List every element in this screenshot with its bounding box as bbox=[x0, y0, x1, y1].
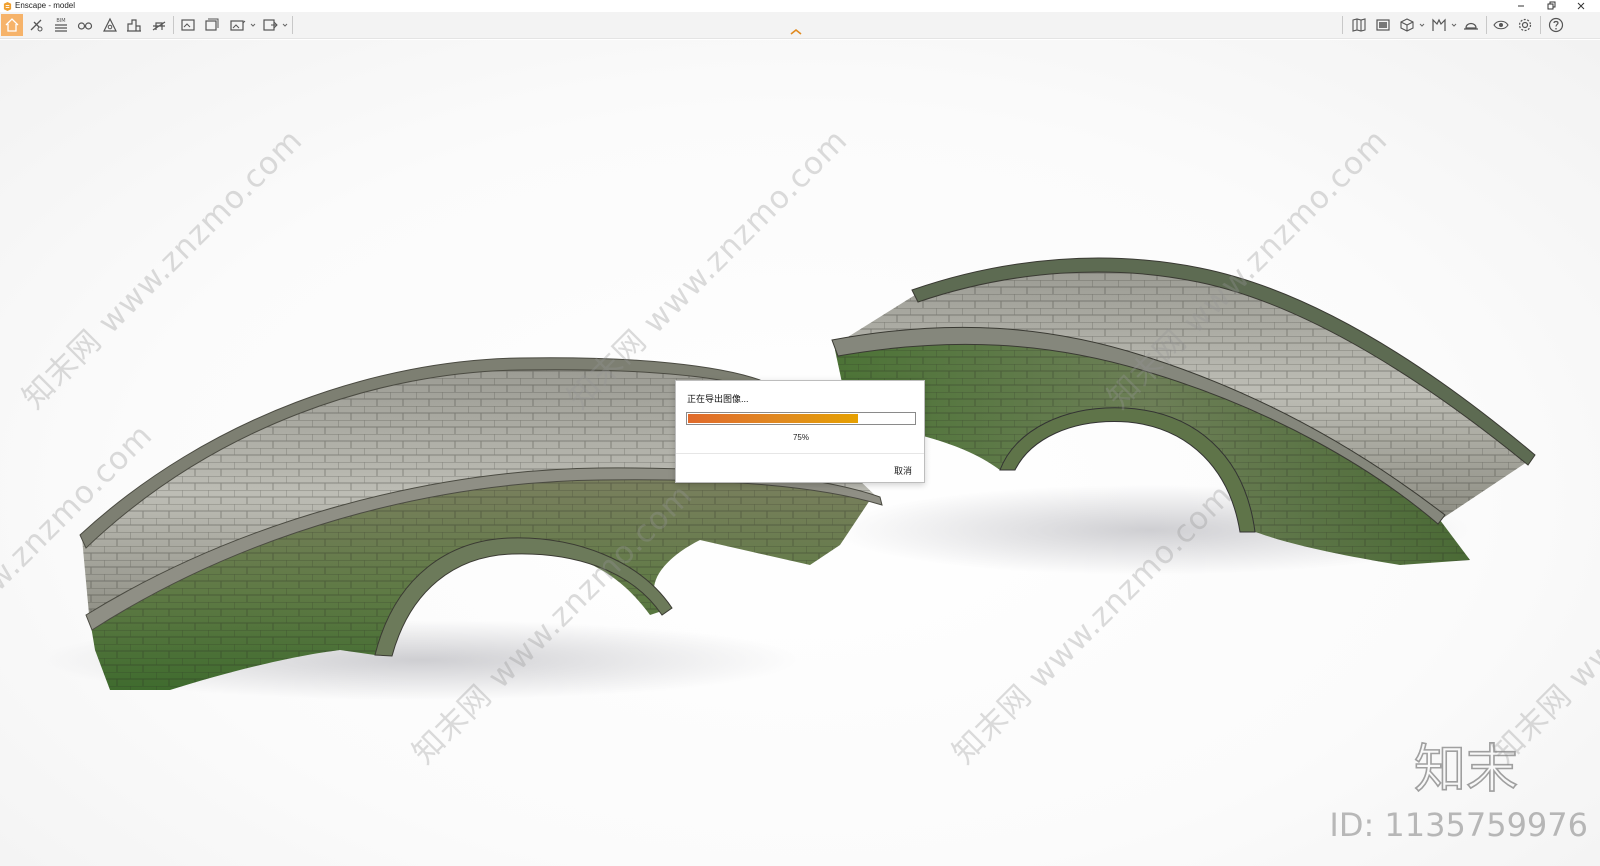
brand-watermark-logo: 知末 bbox=[1413, 739, 1519, 795]
window-title: Enscape - model bbox=[15, 1, 76, 10]
asset-library-icon bbox=[1376, 19, 1390, 31]
gear-icon bbox=[1518, 18, 1532, 32]
hat-button[interactable] bbox=[1460, 14, 1482, 36]
export-progress-bar bbox=[686, 412, 916, 425]
asset-library-button[interactable] bbox=[1372, 14, 1394, 36]
dialog-title: 正在导出图像... bbox=[687, 394, 749, 404]
home-button[interactable] bbox=[1, 14, 23, 36]
hat-icon bbox=[1464, 22, 1478, 30]
export-progress-dialog: 正在导出图像... 75% 取消 bbox=[675, 380, 925, 483]
export-icon bbox=[263, 19, 278, 31]
toolbar-separator bbox=[1342, 16, 1343, 34]
bim-icon: BIM bbox=[55, 18, 67, 32]
progress-percent: 75% bbox=[792, 433, 809, 442]
walk-mode-button[interactable] bbox=[25, 14, 47, 36]
binoculars-icon bbox=[77, 22, 93, 30]
batch-render-icon bbox=[205, 18, 219, 31]
toolbar-separator bbox=[1540, 16, 1541, 34]
svg-text:BIM: BIM bbox=[56, 18, 65, 24]
box-dropdown[interactable] bbox=[1418, 20, 1426, 30]
dialog-divider bbox=[676, 453, 924, 454]
panorama-button[interactable] bbox=[227, 14, 249, 36]
building-button[interactable] bbox=[123, 14, 145, 36]
screenshot-icon bbox=[181, 19, 195, 31]
box-icon bbox=[1400, 18, 1414, 32]
material-icon bbox=[1432, 18, 1446, 31]
chevron-down-icon bbox=[282, 23, 288, 27]
help-button[interactable] bbox=[1545, 14, 1567, 36]
title-bar: Enscape - model bbox=[0, 0, 1600, 12]
map-icon bbox=[1352, 18, 1366, 32]
building-icon bbox=[127, 19, 141, 32]
section-icon bbox=[152, 21, 166, 31]
minimize-icon bbox=[1518, 5, 1524, 7]
close-icon bbox=[1577, 2, 1585, 10]
toolbar-separator bbox=[292, 16, 293, 34]
toolbar-separator bbox=[173, 16, 174, 34]
chevron-down-icon bbox=[1451, 23, 1457, 27]
perspective-icon bbox=[103, 17, 117, 32]
cancel-button[interactable]: 取消 bbox=[894, 464, 912, 477]
chevron-down-icon bbox=[250, 23, 256, 27]
material-dropdown[interactable] bbox=[1450, 20, 1458, 30]
restore-button[interactable] bbox=[1536, 0, 1566, 12]
visual-settings-icon bbox=[1493, 20, 1509, 30]
section-button[interactable] bbox=[148, 14, 170, 36]
panorama-icon bbox=[230, 20, 246, 31]
perspective-button[interactable] bbox=[99, 14, 121, 36]
map-button[interactable] bbox=[1348, 14, 1370, 36]
progress-fill bbox=[688, 414, 858, 423]
chevron-down-icon bbox=[1419, 23, 1425, 27]
home-icon bbox=[5, 18, 19, 32]
window-controls bbox=[1506, 0, 1596, 12]
export-dropdown[interactable] bbox=[281, 20, 289, 30]
toolbar-separator bbox=[1486, 16, 1487, 34]
export-button[interactable] bbox=[259, 14, 281, 36]
view-binoculars-button[interactable] bbox=[74, 14, 96, 36]
material-button[interactable] bbox=[1428, 14, 1450, 36]
restore-icon bbox=[1547, 1, 1556, 10]
watermark-id: ID: 1135759976 bbox=[1329, 806, 1588, 844]
settings-button[interactable] bbox=[1514, 14, 1536, 36]
panorama-dropdown[interactable] bbox=[249, 20, 257, 30]
svg-text:知末: 知末 bbox=[1414, 740, 1518, 795]
collapse-toolbar-chevron-up-icon[interactable] bbox=[789, 27, 803, 37]
walk-icon bbox=[30, 19, 43, 32]
minimize-button[interactable] bbox=[1506, 0, 1536, 12]
enscape-logo-icon bbox=[3, 1, 12, 11]
visual-settings-button[interactable] bbox=[1490, 14, 1512, 36]
help-icon bbox=[1548, 17, 1564, 33]
batch-render-button[interactable] bbox=[201, 14, 223, 36]
box-button[interactable] bbox=[1396, 14, 1418, 36]
bim-mode-button[interactable]: BIM bbox=[50, 14, 72, 36]
screenshot-button[interactable] bbox=[177, 14, 199, 36]
close-button[interactable] bbox=[1566, 0, 1596, 12]
